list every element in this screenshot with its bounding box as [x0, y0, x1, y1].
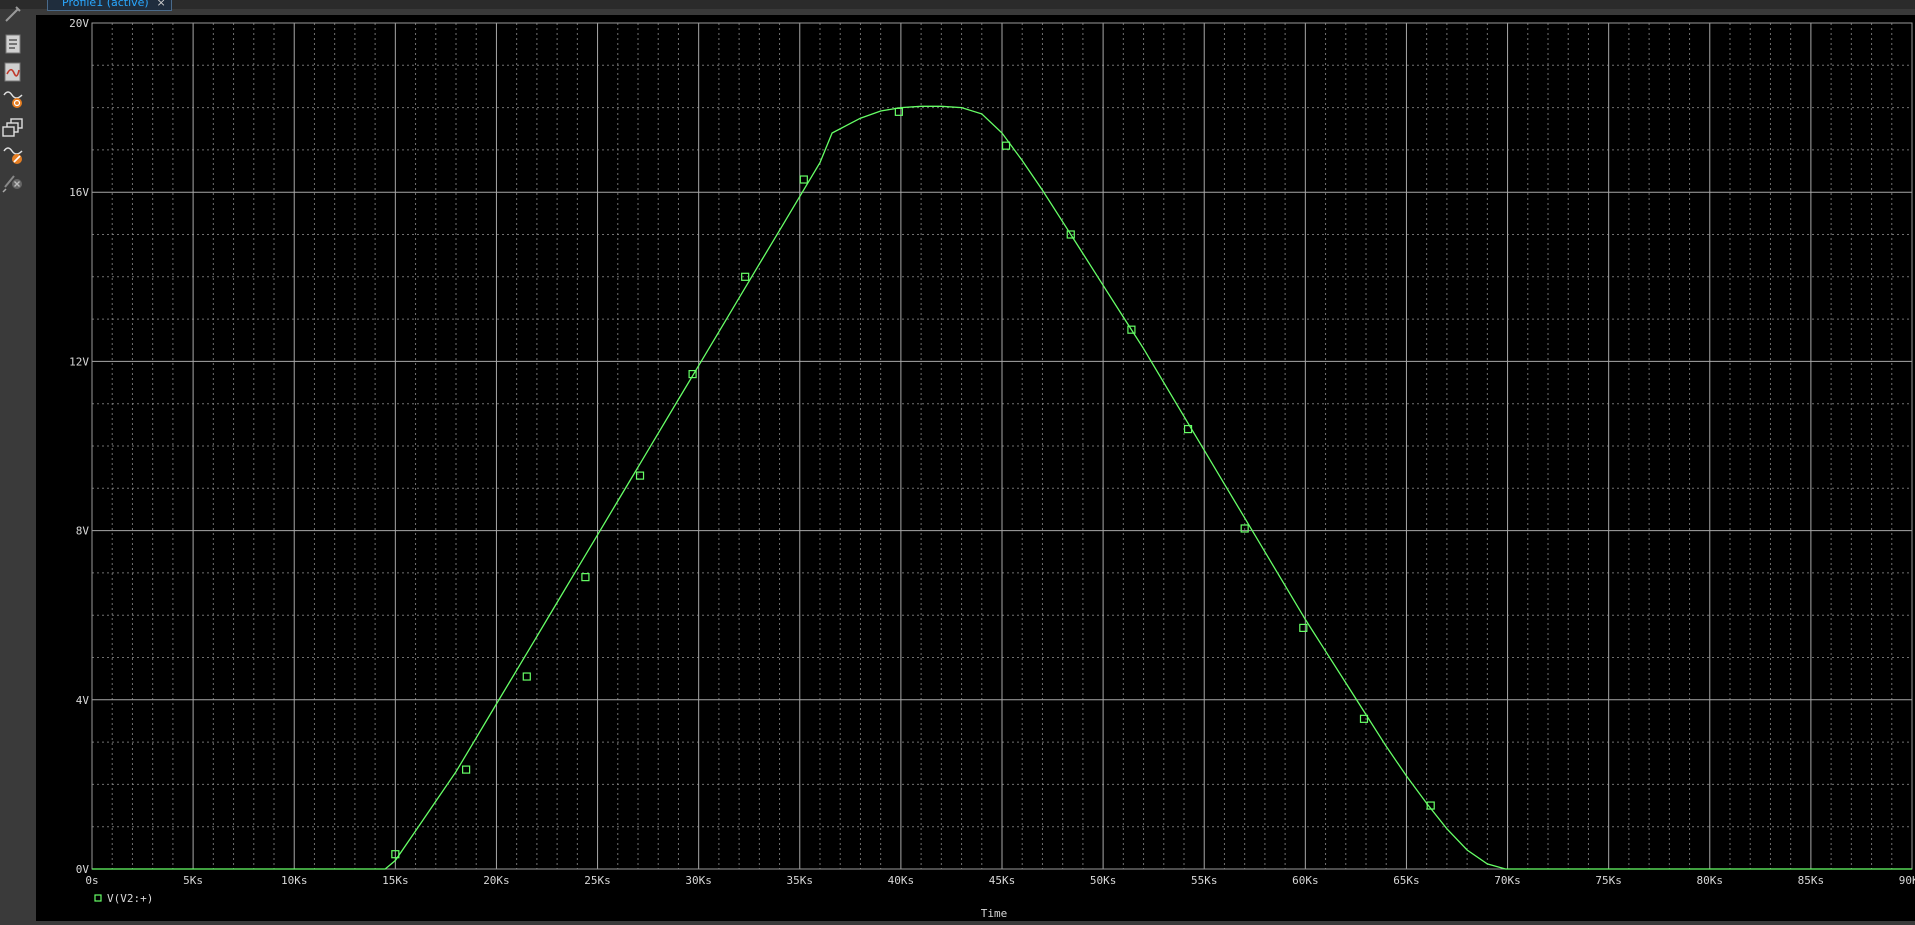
- x-tick-label: 5Ks: [183, 874, 203, 887]
- waveform-chart[interactable]: 0s 5Ks 10Ks 15Ks 20Ks 25Ks 30Ks 35Ks 40Ks 45Ks 50K…: [36, 15, 1915, 921]
- x-tick-label: 90Ks: [1899, 874, 1915, 887]
- x-tick-label: 30Ks: [685, 874, 712, 887]
- plot-background: [36, 15, 1915, 921]
- netlist-icon[interactable]: [2, 33, 24, 55]
- x-tick-label: 50Ks: [1090, 874, 1117, 887]
- x-tick-label: 85Ks: [1798, 874, 1825, 887]
- x-tick-label: 80Ks: [1697, 874, 1724, 887]
- y-tick-label: 12V: [69, 355, 89, 368]
- clear-probe-icon[interactable]: [2, 171, 24, 193]
- x-tick-label: 55Ks: [1191, 874, 1218, 887]
- probe-cursor-icon[interactable]: [2, 3, 24, 25]
- x-tick-label: 45Ks: [989, 874, 1016, 887]
- x-tick-label: 15Ks: [382, 874, 409, 887]
- title-bar: Profile1 (active) ×: [0, 0, 1915, 11]
- x-axis-label: Time: [981, 907, 1008, 920]
- y-tick-label: 20V: [69, 17, 89, 30]
- side-toolbar: [0, 6, 26, 239]
- x-tick-label: 20Ks: [483, 874, 510, 887]
- x-tick-label: 75Ks: [1595, 874, 1622, 887]
- x-tick-label: 10Ks: [281, 874, 308, 887]
- y-tick-label: 0V: [76, 863, 90, 876]
- zoom-icon[interactable]: [2, 87, 24, 109]
- y-tick-label: 8V: [76, 525, 90, 538]
- y-tick-label: 16V: [69, 186, 89, 199]
- window-cascade-icon[interactable]: [2, 117, 24, 139]
- x-tick-label: 65Ks: [1393, 874, 1420, 887]
- y-tick-label: 4V: [76, 694, 90, 707]
- legend-label: V(V2:+): [107, 892, 153, 905]
- x-tick-label: 35Ks: [787, 874, 814, 887]
- tab-label: Profile1 (active): [62, 0, 149, 9]
- tab-profile1[interactable]: Profile1 (active) ×: [47, 0, 172, 11]
- measurement-icon[interactable]: [2, 143, 24, 165]
- plot-window: 0s 5Ks 10Ks 15Ks 20Ks 25Ks 30Ks 35Ks 40Ks 45Ks 50K…: [36, 15, 1915, 921]
- plot-settings-icon[interactable]: [2, 61, 24, 83]
- tab-close-button[interactable]: ×: [157, 0, 166, 10]
- x-tick-label: 40Ks: [888, 874, 915, 887]
- x-tick-label: 25Ks: [584, 874, 611, 887]
- x-tick-label: 60Ks: [1292, 874, 1319, 887]
- x-tick-label: 70Ks: [1494, 874, 1521, 887]
